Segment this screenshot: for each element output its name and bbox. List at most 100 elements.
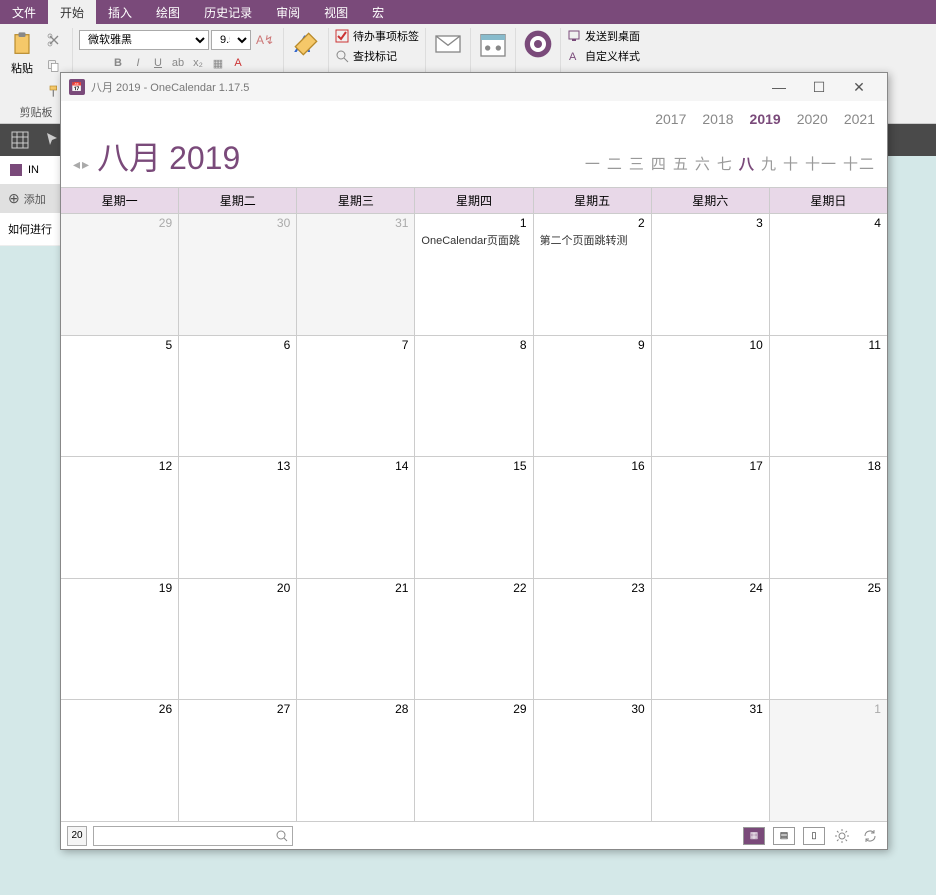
month-link-3[interactable]: 三 (629, 153, 645, 174)
minimize-button[interactable]: ― (759, 73, 799, 101)
month-link-10[interactable]: 十 (783, 153, 799, 174)
month-link-8[interactable]: 八 (739, 153, 755, 174)
calendar-day[interactable]: 14 (296, 457, 414, 578)
calendar-day[interactable]: 3 (651, 214, 769, 335)
calendar-day[interactable]: 20 (178, 579, 296, 700)
styles-icon[interactable]: A (290, 28, 322, 60)
month-link-2[interactable]: 二 (607, 153, 623, 174)
calendar-day[interactable]: 27 (178, 700, 296, 821)
calendar-day[interactable]: 31 (651, 700, 769, 821)
onetastic-icon[interactable] (522, 28, 554, 60)
month-link-6[interactable]: 六 (695, 153, 711, 174)
font-size-select[interactable]: 9.5 (211, 30, 251, 50)
view-day-button[interactable]: ▯ (803, 827, 825, 845)
calendar-day[interactable]: 2第二个页面跳转测 (533, 214, 651, 335)
calendar-day[interactable]: 15 (414, 457, 532, 578)
calendar-day[interactable]: 31 (296, 214, 414, 335)
meeting-icon[interactable] (477, 28, 509, 60)
month-link-4[interactable]: 四 (651, 153, 667, 174)
strikethrough-button[interactable]: ab (169, 54, 187, 72)
titlebar[interactable]: 📅 八月 2019 - OneCalendar 1.17.5 ― ☐ ✕ (61, 73, 887, 101)
calendar-day[interactable]: 25 (769, 579, 887, 700)
tag-todo[interactable]: 待办事项标签 (335, 28, 419, 44)
month-link-9[interactable]: 九 (761, 153, 777, 174)
month-link-7[interactable]: 七 (717, 153, 733, 174)
calendar-day[interactable]: 8 (414, 336, 532, 457)
calendar-day[interactable]: 23 (533, 579, 651, 700)
year-2021[interactable]: 2021 (844, 111, 875, 127)
calendar-day[interactable]: 26 (61, 700, 178, 821)
calendar-day[interactable]: 10 (651, 336, 769, 457)
month-link-11[interactable]: 十一 (805, 153, 837, 174)
calendar-day[interactable]: 1OneCalendar页面跳 (414, 214, 532, 335)
refresh-button[interactable] (859, 825, 881, 847)
calendar-day[interactable]: 29 (61, 214, 178, 335)
menu-history[interactable]: 历史记录 (192, 0, 264, 25)
menu-macro[interactable]: 宏 (360, 0, 396, 25)
calendar-day[interactable]: 19 (61, 579, 178, 700)
next-month-button[interactable]: ▸ (82, 156, 89, 173)
year-2020[interactable]: 2020 (797, 111, 828, 127)
calendar-event[interactable]: 第二个页面跳转测 (540, 232, 645, 248)
highlight-button[interactable]: ▦ (209, 54, 227, 72)
menu-home[interactable]: 开始 (48, 0, 96, 25)
font-name-select[interactable]: 微软雅黑 (79, 30, 209, 50)
year-2017[interactable]: 2017 (655, 111, 686, 127)
italic-button[interactable]: I (129, 54, 147, 72)
calendar-day[interactable]: 17 (651, 457, 769, 578)
page-tab[interactable]: 如何进行 (0, 213, 60, 246)
month-link-1[interactable]: 一 (585, 153, 601, 174)
menu-draw[interactable]: 绘图 (144, 0, 192, 25)
calendar-day[interactable]: 6 (178, 336, 296, 457)
calendar-day[interactable]: 7 (296, 336, 414, 457)
calendar-day[interactable]: 22 (414, 579, 532, 700)
calendar-day[interactable]: 30 (178, 214, 296, 335)
calendar-event[interactable]: OneCalendar页面跳 (421, 232, 526, 248)
paste-icon[interactable] (6, 28, 38, 60)
settings-button[interactable] (831, 825, 853, 847)
year-2019[interactable]: 2019 (750, 111, 781, 127)
underline-button[interactable]: U (149, 54, 167, 72)
search-button[interactable] (272, 830, 292, 842)
calendar-day[interactable]: 28 (296, 700, 414, 821)
maximize-button[interactable]: ☐ (799, 73, 839, 101)
calendar-day[interactable]: 16 (533, 457, 651, 578)
month-link-5[interactable]: 五 (673, 153, 689, 174)
year-2018[interactable]: 2018 (702, 111, 733, 127)
bold-button[interactable]: B (109, 54, 127, 72)
calendar-day[interactable]: 30 (533, 700, 651, 821)
view-week-button[interactable]: ▤ (773, 827, 795, 845)
calendar-day[interactable]: 24 (651, 579, 769, 700)
calendar-day[interactable]: 21 (296, 579, 414, 700)
month-link-12[interactable]: 十二 (843, 153, 875, 174)
menu-insert[interactable]: 插入 (96, 0, 144, 25)
menu-view[interactable]: 视图 (312, 0, 360, 25)
calendar-day[interactable]: 1 (769, 700, 887, 821)
calendar-day[interactable]: 9 (533, 336, 651, 457)
clear-format-icon[interactable]: A↯ (253, 28, 277, 52)
menu-file[interactable]: 文件 (0, 0, 48, 25)
sidebar-notebook[interactable]: IN (0, 156, 60, 184)
today-button[interactable]: 20 (67, 826, 87, 846)
send-to-desktop[interactable]: 发送到桌面 (567, 28, 640, 44)
subscript-button[interactable]: x₂ (189, 54, 207, 72)
close-button[interactable]: ✕ (839, 73, 879, 101)
cut-icon[interactable] (42, 28, 66, 52)
add-section-button[interactable]: ⊕ 添加 (0, 184, 60, 213)
font-color-button[interactable]: A (229, 54, 247, 72)
calendar-day[interactable]: 18 (769, 457, 887, 578)
menu-review[interactable]: 审阅 (264, 0, 312, 25)
search-input[interactable] (94, 830, 272, 842)
find-tags[interactable]: 查找标记 (335, 48, 419, 64)
view-month-button[interactable]: ▦ (743, 827, 765, 845)
calendar-day[interactable]: 13 (178, 457, 296, 578)
calendar-day[interactable]: 11 (769, 336, 887, 457)
calendar-day[interactable]: 4 (769, 214, 887, 335)
prev-month-button[interactable]: ◂ (73, 156, 80, 173)
custom-style[interactable]: A 自定义样式 (567, 48, 640, 64)
email-icon[interactable] (432, 28, 464, 60)
calendar-day[interactable]: 12 (61, 457, 178, 578)
calendar-day[interactable]: 5 (61, 336, 178, 457)
calendar-day[interactable]: 29 (414, 700, 532, 821)
table-icon[interactable] (8, 128, 32, 152)
